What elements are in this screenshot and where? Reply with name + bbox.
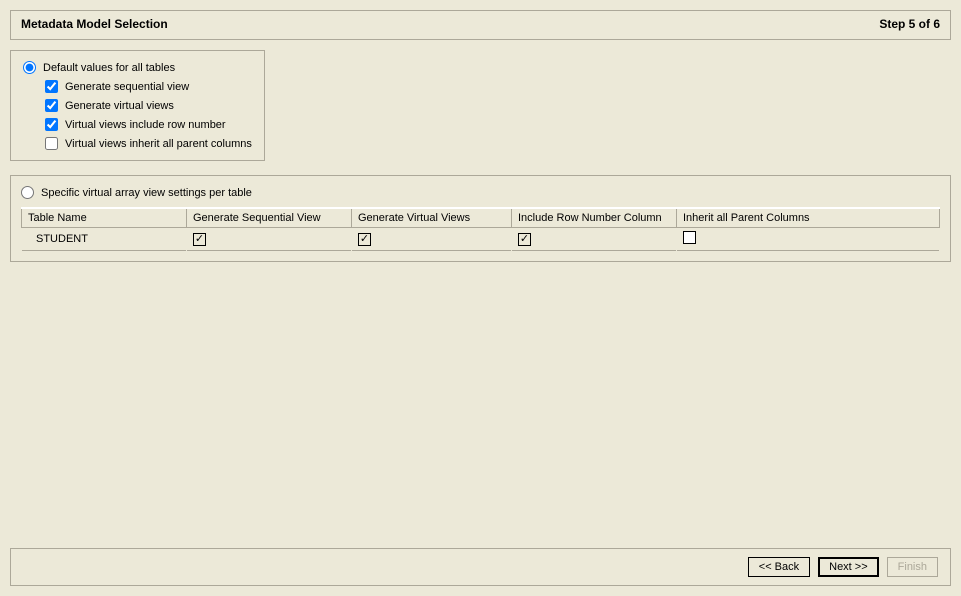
col-gen-sequential: Generate Sequential View bbox=[187, 208, 352, 228]
gen-sequential-checkbox[interactable] bbox=[45, 80, 58, 93]
col-inherit-parent: Inherit all Parent Columns bbox=[677, 208, 940, 228]
gen-sequential-row[interactable]: Generate sequential view bbox=[45, 80, 252, 93]
gen-virtual-row[interactable]: Generate virtual views bbox=[45, 99, 252, 112]
cell-gen-virtual-check[interactable]: ✓ bbox=[358, 233, 371, 246]
defaults-radio-label: Default values for all tables bbox=[43, 62, 175, 74]
gen-sequential-label: Generate sequential view bbox=[65, 81, 189, 93]
cell-gen-sequential: ✓ bbox=[187, 228, 352, 251]
col-include-rownum: Include Row Number Column bbox=[512, 208, 677, 228]
back-button[interactable]: << Back bbox=[748, 557, 810, 577]
col-gen-virtual: Generate Virtual Views bbox=[352, 208, 512, 228]
finish-button[interactable]: Finish bbox=[887, 557, 938, 577]
col-table-name: Table Name bbox=[22, 208, 187, 228]
grid-header-row: Table Name Generate Sequential View Gene… bbox=[22, 208, 940, 228]
cell-include-rownum-check[interactable]: ✓ bbox=[518, 233, 531, 246]
cell-include-rownum: ✓ bbox=[512, 228, 677, 251]
defaults-group: Default values for all tables Generate s… bbox=[10, 50, 265, 161]
specific-radio[interactable] bbox=[21, 186, 34, 199]
wizard-footer: << Back Next >> Finish bbox=[10, 548, 951, 586]
specific-radio-row[interactable]: Specific virtual array view settings per… bbox=[21, 186, 940, 199]
include-rownum-checkbox[interactable] bbox=[45, 118, 58, 131]
defaults-radio[interactable] bbox=[23, 61, 36, 74]
inherit-parent-checkbox[interactable] bbox=[45, 137, 58, 150]
inherit-parent-label: Virtual views inherit all parent columns bbox=[65, 138, 252, 150]
wizard-header: Metadata Model Selection Step 5 of 6 bbox=[10, 10, 951, 40]
include-rownum-label: Virtual views include row number bbox=[65, 119, 226, 131]
tables-grid: Table Name Generate Sequential View Gene… bbox=[21, 207, 940, 251]
cell-gen-virtual: ✓ bbox=[352, 228, 512, 251]
cell-inherit-parent bbox=[677, 228, 940, 251]
include-rownum-row[interactable]: Virtual views include row number bbox=[45, 118, 252, 131]
specific-panel: Specific virtual array view settings per… bbox=[10, 175, 951, 262]
page-title: Metadata Model Selection bbox=[21, 17, 168, 31]
step-indicator: Step 5 of 6 bbox=[879, 17, 940, 31]
next-button[interactable]: Next >> bbox=[818, 557, 879, 577]
defaults-radio-row[interactable]: Default values for all tables bbox=[23, 61, 252, 74]
specific-radio-label: Specific virtual array view settings per… bbox=[41, 187, 252, 199]
gen-virtual-label: Generate virtual views bbox=[65, 100, 174, 112]
gen-virtual-checkbox[interactable] bbox=[45, 99, 58, 112]
cell-table-name: STUDENT bbox=[22, 228, 187, 251]
cell-gen-sequential-check[interactable]: ✓ bbox=[193, 233, 206, 246]
table-row: STUDENT ✓ ✓ ✓ bbox=[22, 228, 940, 251]
cell-inherit-parent-check[interactable] bbox=[683, 231, 696, 244]
inherit-parent-row[interactable]: Virtual views inherit all parent columns bbox=[45, 137, 252, 150]
